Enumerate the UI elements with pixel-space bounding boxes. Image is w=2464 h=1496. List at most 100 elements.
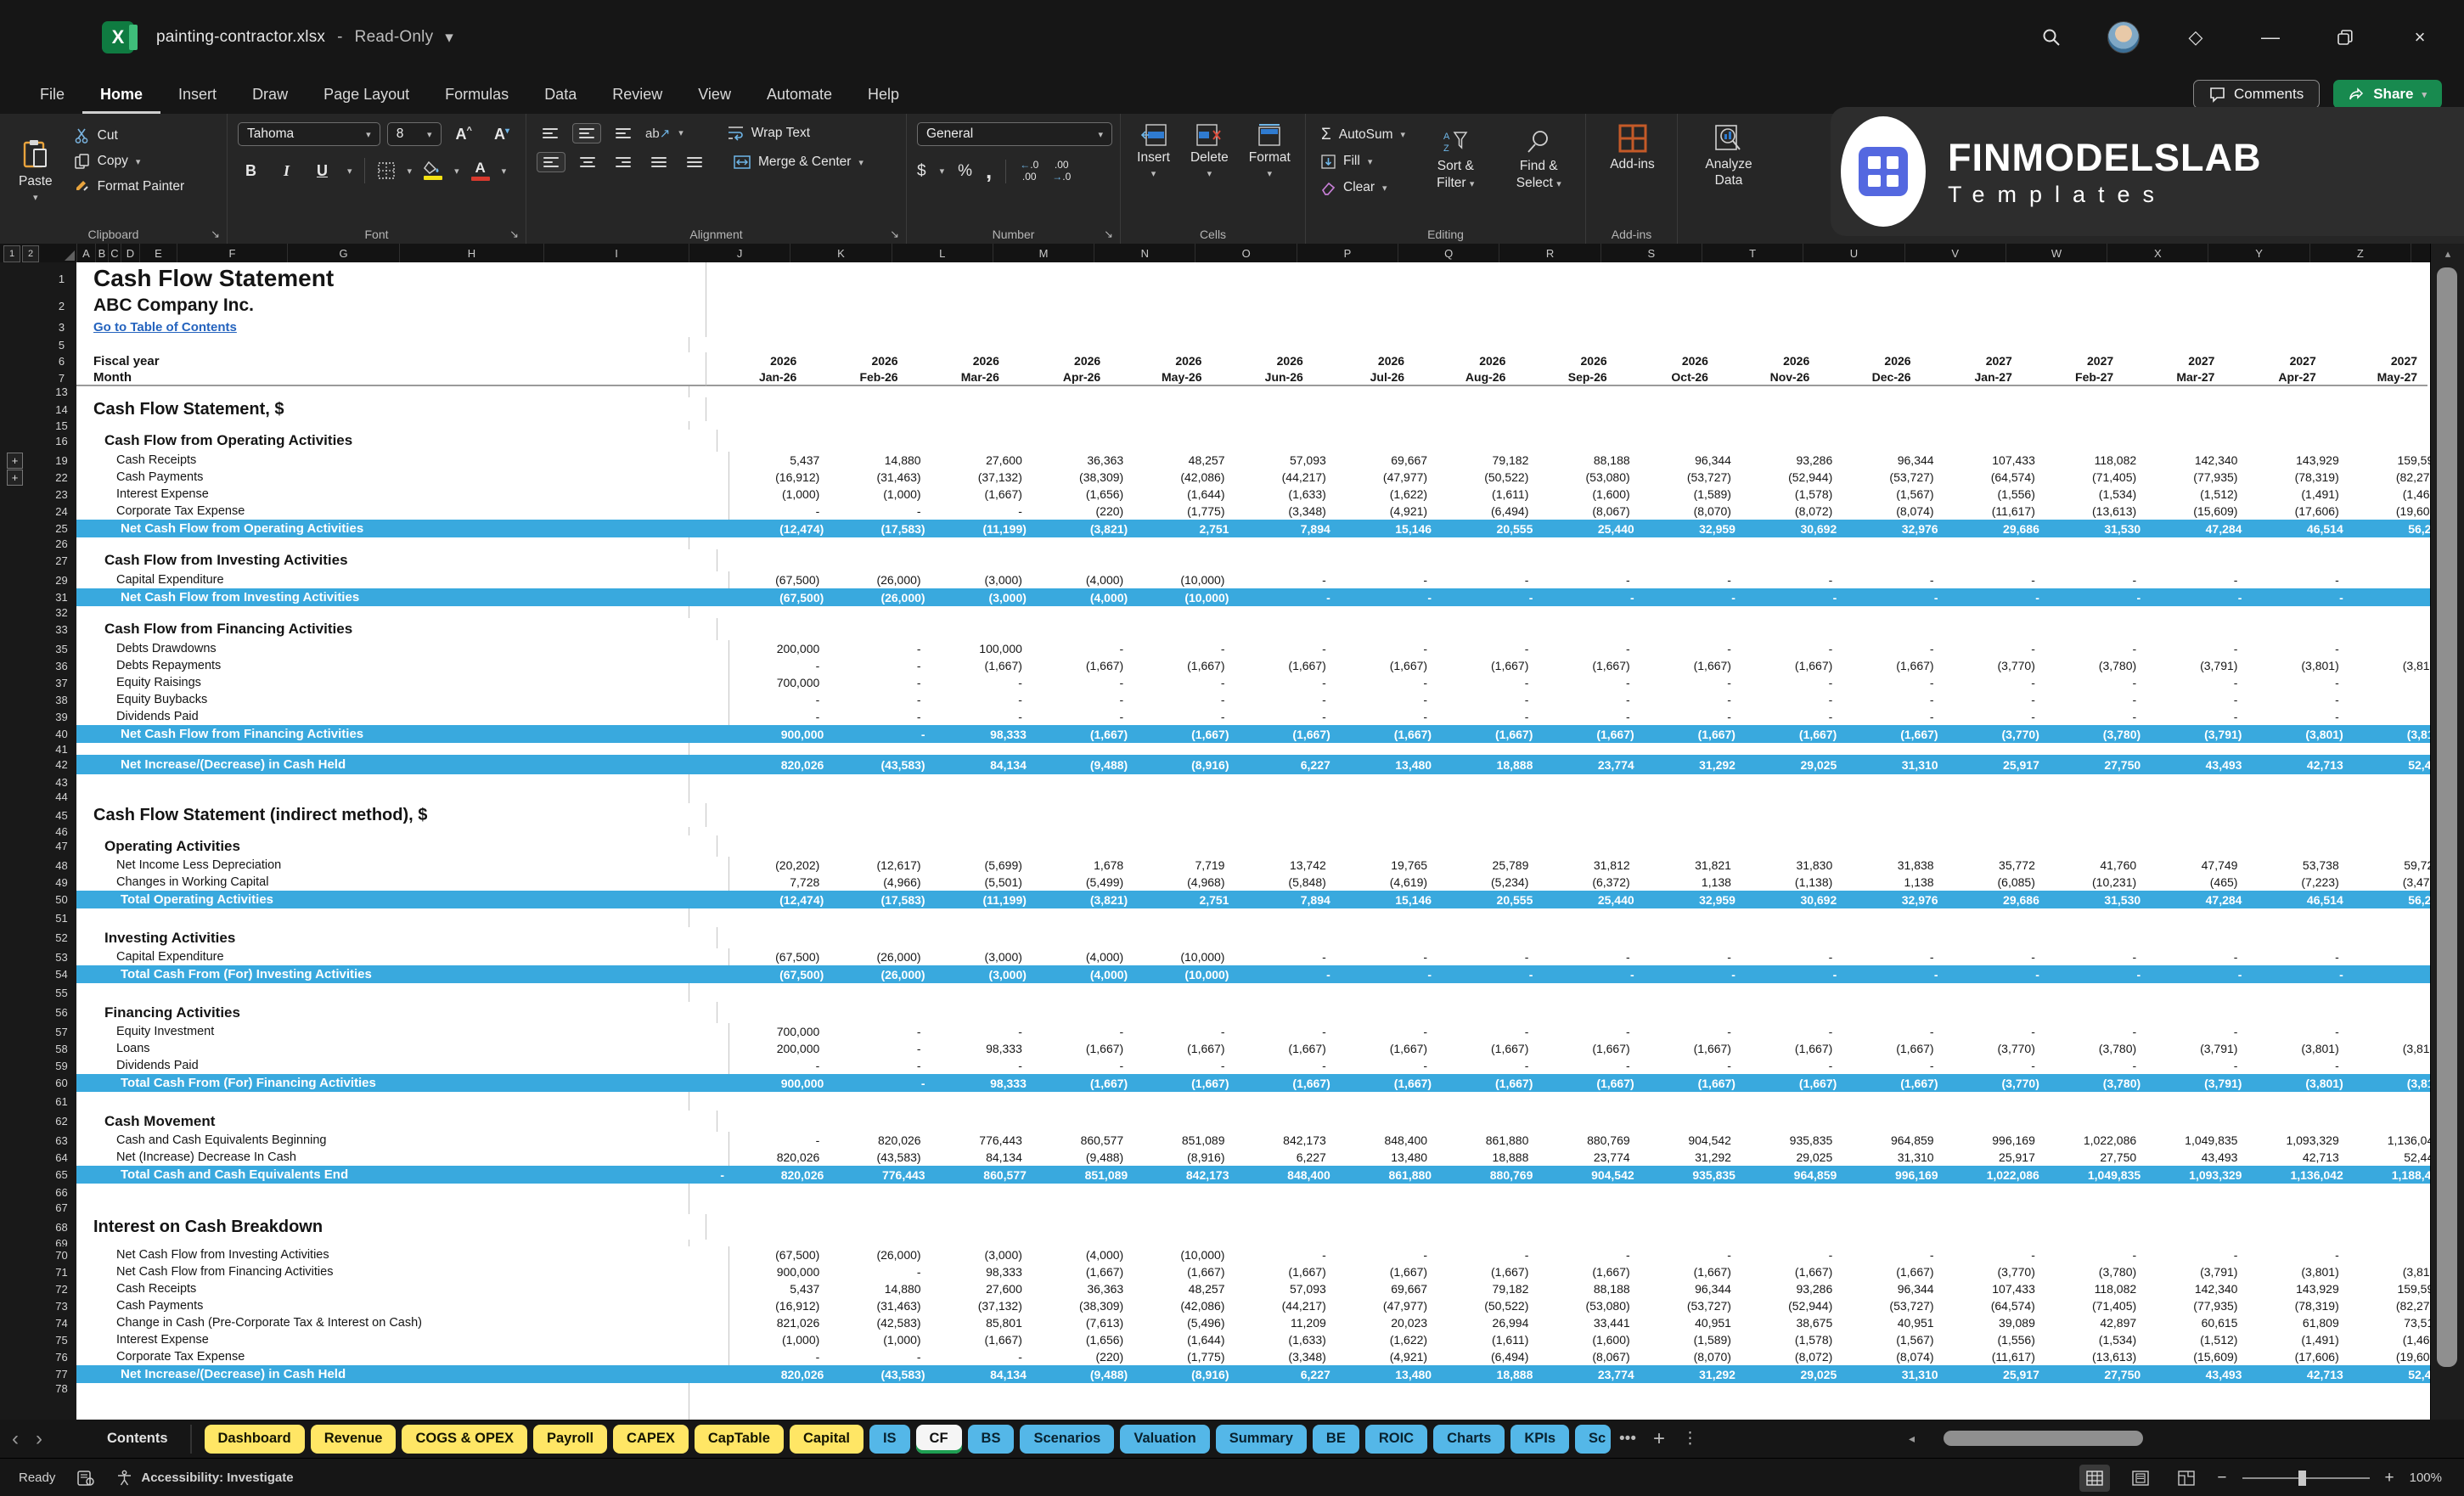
data-cell[interactable]: - (2247, 1023, 2349, 1040)
data-cell[interactable]: 1,022,086 (1949, 1166, 2050, 1184)
data-cell[interactable]: 25,917 (1949, 1365, 2050, 1383)
data-cell[interactable]: (1,667) (1235, 657, 1336, 674)
data-cell[interactable]: 1,022,086 (2045, 1132, 2146, 1149)
empty-data-span[interactable] (706, 397, 1568, 421)
data-cell[interactable]: (26,000) (830, 948, 931, 965)
gem-icon[interactable]: ◇ (2177, 19, 2214, 56)
row-label-cell[interactable]: Financing Activities (76, 1002, 717, 1023)
data-cell[interactable]: (53,080) (1539, 469, 1640, 486)
empty-data-span[interactable] (706, 1214, 1568, 1240)
analyze-data-button[interactable]: Analyze Data (1688, 122, 1769, 191)
empty-data-span[interactable] (689, 337, 1560, 352)
data-cell[interactable]: 29,686 (1949, 891, 2050, 908)
data-cell[interactable]: (1,667) (1235, 1040, 1336, 1057)
data-cell[interactable]: 1,136,042 (2349, 1132, 2430, 1149)
align-middle-icon[interactable] (572, 123, 601, 143)
data-cell[interactable]: (3,821) (1037, 891, 1138, 908)
data-cell[interactable]: (3,791) (2146, 657, 2247, 674)
data-cell[interactable]: 20,555 (1442, 891, 1543, 908)
data-cell[interactable]: - (1336, 1057, 1437, 1074)
empty-data-span[interactable] (689, 1184, 1560, 1201)
data-cell[interactable]: (26,000) (830, 1246, 931, 1263)
data-cell[interactable]: 159,595 (2349, 452, 2430, 469)
data-cell[interactable]: (71,405) (2045, 469, 2146, 486)
data-cell[interactable]: - (729, 1132, 830, 1149)
row-label-cell[interactable]: Cash Flow Statement (indirect method), $ (76, 803, 706, 827)
empty-data-span[interactable] (689, 790, 1560, 803)
row-number[interactable]: 43 (47, 774, 76, 790)
data-cell[interactable]: (1,633) (1235, 1331, 1336, 1348)
data-cell[interactable]: - (2045, 571, 2146, 588)
data-cell[interactable]: 61,809 (2247, 1314, 2349, 1331)
data-cell[interactable]: (67,500) (729, 571, 830, 588)
row-label-cell[interactable]: Net Increase/(Decrease) in Cash Held (76, 1365, 733, 1383)
sheet-tab-contents[interactable]: Contents (93, 1425, 192, 1454)
data-cell[interactable]: (53,727) (1640, 1297, 1741, 1314)
data-cell[interactable]: (1,534) (2045, 1331, 2146, 1348)
data-cell[interactable]: - (1336, 691, 1437, 708)
data-cell[interactable]: - (1539, 948, 1640, 965)
data-cell[interactable]: 79,182 (1437, 1280, 1539, 1297)
data-cell[interactable]: (77,935) (2146, 469, 2247, 486)
avatar[interactable] (2107, 21, 2140, 53)
outline-level-2-button[interactable]: 2 (22, 245, 39, 262)
row-label-cell[interactable]: Fiscal year (76, 352, 706, 369)
column-header-T[interactable]: T (1702, 244, 1803, 262)
empty-data-span[interactable] (706, 295, 1568, 317)
data-cell[interactable]: 43,493 (2151, 1365, 2252, 1383)
data-cell[interactable]: (5,234) (1437, 874, 1539, 891)
data-cell[interactable]: 14,880 (830, 452, 931, 469)
row-number[interactable]: 63 (47, 1132, 76, 1149)
data-cell[interactable]: - (1539, 1246, 1640, 1263)
data-cell[interactable]: 57,093 (1235, 452, 1336, 469)
data-cell[interactable]: (37,132) (931, 1297, 1032, 1314)
align-right-icon[interactable] (610, 153, 637, 172)
column-header-A[interactable]: A (77, 244, 96, 262)
data-cell[interactable]: - (2045, 1023, 2146, 1040)
data-cell[interactable]: (1,667) (1032, 1263, 1134, 1280)
data-cell[interactable]: 48,257 (1134, 1280, 1235, 1297)
data-cell[interactable]: 860,577 (1032, 1132, 1134, 1149)
merge-center-button[interactable]: Merge & Center ▾ (729, 152, 869, 172)
data-cell[interactable]: - (830, 674, 931, 691)
data-cell[interactable]: 98,333 (931, 1263, 1032, 1280)
fill-color-icon[interactable] (424, 161, 442, 180)
data-cell[interactable]: (8,072) (1741, 503, 1842, 520)
page-break-view-button[interactable] (2171, 1465, 2202, 1492)
data-cell[interactable]: (12,474) (733, 891, 834, 908)
data-cell[interactable]: - (1336, 708, 1437, 725)
data-cell[interactable]: (1,000) (729, 1331, 830, 1348)
data-cell[interactable]: (3,791) (2146, 1263, 2247, 1280)
align-bottom-icon[interactable] (610, 124, 637, 143)
data-cell[interactable]: 200,000 (729, 640, 830, 657)
data-cell[interactable]: - (1235, 640, 1336, 657)
data-cell[interactable]: - (1032, 1023, 1134, 1040)
data-cell[interactable]: - (931, 1057, 1032, 1074)
find-select-button[interactable]: Find & Select ▾ (1501, 122, 1578, 198)
data-cell[interactable]: 96,344 (1842, 452, 1944, 469)
data-cell[interactable]: 2026 (1212, 352, 1313, 369)
data-cell[interactable]: - (1944, 571, 2045, 588)
normal-view-button[interactable] (2079, 1465, 2110, 1492)
data-cell[interactable]: (38,309) (1032, 469, 1134, 486)
data-cell[interactable]: 31,821 (1640, 857, 1741, 874)
data-cell[interactable]: (3,791) (2151, 1074, 2252, 1092)
empty-data-span[interactable] (689, 774, 1560, 790)
data-cell[interactable]: (7,613) (1032, 1314, 1134, 1331)
data-cell[interactable]: (1,667) (1442, 725, 1543, 743)
data-cell[interactable]: 904,542 (1543, 1166, 1644, 1184)
data-cell[interactable]: (19,602) (2349, 503, 2430, 520)
data-cell[interactable]: 20,023 (1336, 1314, 1437, 1331)
row-number[interactable]: 15 (47, 421, 76, 430)
data-cell[interactable]: Mar-26 (909, 369, 1010, 386)
comma-format-icon[interactable]: , (986, 158, 992, 184)
data-cell[interactable]: 820,026 (733, 1166, 834, 1184)
data-cell[interactable]: 25,440 (1543, 891, 1644, 908)
data-cell[interactable]: (1,775) (1134, 503, 1235, 520)
sheet-tab-payroll[interactable]: Payroll (533, 1425, 607, 1454)
row-label-cell[interactable]: Net Cash Flow from Financing Activities (76, 725, 733, 743)
data-cell[interactable]: - (2146, 640, 2247, 657)
row-label-cell[interactable]: Cash Flow from Financing Activities (76, 618, 717, 640)
data-cell[interactable]: - (2146, 1023, 2247, 1040)
data-cell[interactable]: - (2247, 640, 2349, 657)
